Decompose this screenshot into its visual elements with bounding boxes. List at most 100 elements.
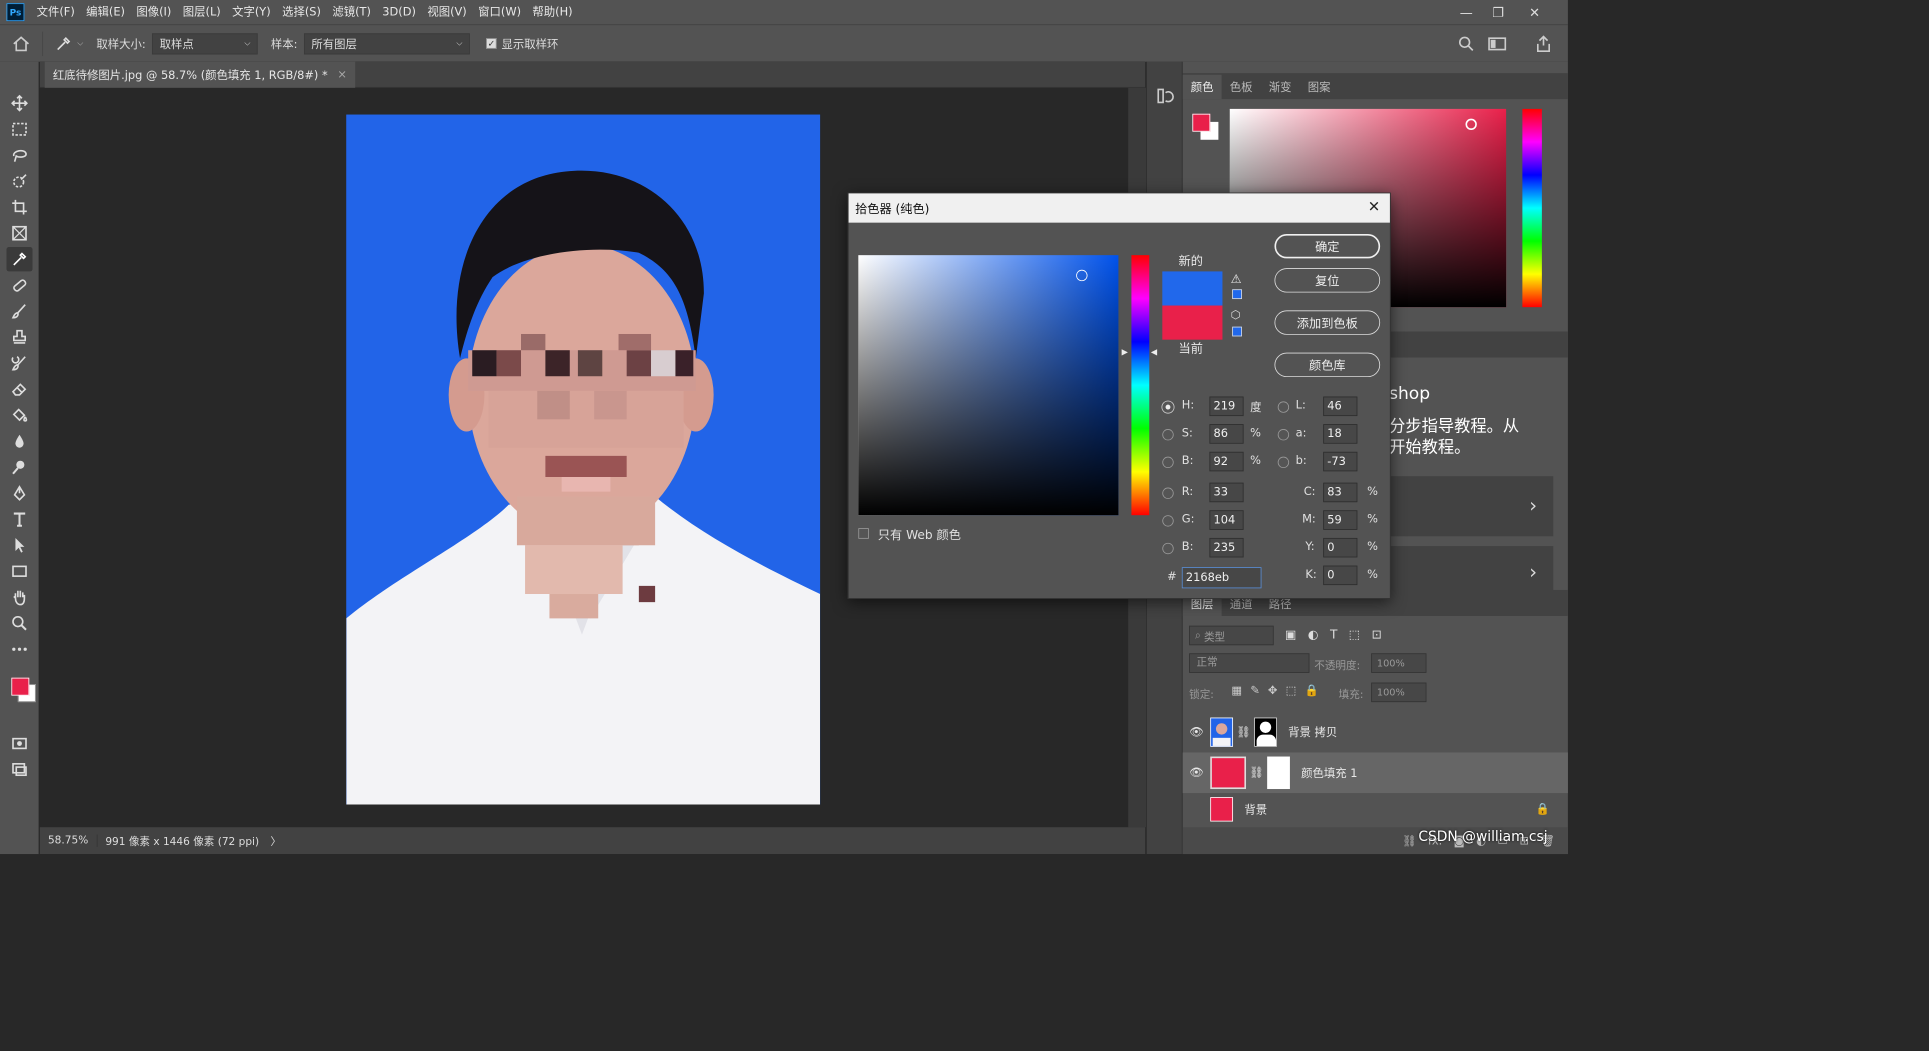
zoom-tool-icon[interactable] (7, 611, 33, 635)
add-to-swatches-button[interactable]: 添加到色板 (1274, 310, 1381, 335)
menu-image[interactable]: 图像(I) (131, 0, 177, 24)
fill-field[interactable]: 100% (1371, 682, 1427, 703)
quick-mask-icon[interactable] (7, 731, 33, 755)
radio-s[interactable] (1162, 429, 1174, 441)
tab-swatches[interactable]: 色板 (1222, 75, 1261, 99)
lasso-tool-icon[interactable] (7, 143, 33, 167)
cyan-field[interactable]: 83 (1323, 482, 1358, 503)
red-field[interactable]: 33 (1209, 482, 1244, 503)
dodge-tool-icon[interactable] (7, 455, 33, 479)
radio-g[interactable] (1162, 515, 1174, 527)
eye-icon[interactable]: 👁 (1183, 766, 1211, 779)
layer-row[interactable]: 背景 🔒 (1183, 793, 1568, 826)
menu-view[interactable]: 视图(V) (422, 0, 473, 24)
marquee-tool-icon[interactable] (7, 117, 33, 141)
hue-field[interactable]: 219 (1209, 396, 1244, 417)
move-tool-icon[interactable] (7, 91, 33, 115)
close-icon[interactable]: ✕ (1368, 198, 1380, 215)
hue-slider-left-arrow[interactable]: ▶ (1122, 348, 1128, 357)
gamut-swatch[interactable] (1232, 289, 1242, 300)
type-tool-icon[interactable] (7, 507, 33, 531)
show-ring-checkbox[interactable]: ✓ (486, 38, 497, 49)
yellow-field[interactable]: 0 (1323, 537, 1358, 558)
paint-bucket-tool-icon[interactable] (7, 403, 33, 427)
opacity-field[interactable]: 100% (1371, 653, 1427, 673)
menu-window[interactable]: 窗口(W) (472, 0, 526, 24)
radio-b[interactable] (1162, 456, 1174, 469)
hand-tool-icon[interactable] (7, 585, 33, 609)
blue-field[interactable]: 235 (1209, 537, 1244, 558)
lightness-field[interactable]: 46 (1323, 396, 1358, 417)
path-select-tool-icon[interactable] (7, 533, 33, 557)
radio-a[interactable] (1277, 429, 1290, 441)
foreground-color-swatch[interactable] (11, 677, 30, 696)
web-only-checkbox[interactable] (858, 528, 869, 539)
zoom-level[interactable]: 58.75% (40, 834, 98, 847)
ok-button[interactable]: 确定 (1274, 234, 1381, 259)
eyedropper-tool-icon[interactable] (6, 247, 33, 272)
share-icon[interactable] (1535, 34, 1553, 57)
eyedropper-tool-icon[interactable]: ⌵ (54, 35, 83, 53)
current-color-swatch[interactable] (1162, 305, 1223, 340)
crop-tool-icon[interactable] (7, 195, 33, 219)
status-menu-arrow[interactable]: 〉 (267, 833, 284, 848)
tab-color[interactable]: 颜色 (1182, 74, 1222, 100)
radio-lab-b[interactable] (1277, 456, 1290, 469)
lock-icons[interactable]: ▦✎✥⬚🔒 (1231, 684, 1326, 697)
web-safe-swatch[interactable] (1232, 326, 1242, 337)
document-canvas[interactable] (346, 114, 821, 805)
hue-slider-right-arrow[interactable]: ◀ (1151, 348, 1157, 357)
saturation-field[interactable]: 86 (1209, 424, 1244, 444)
brightness-field[interactable]: 92 (1209, 451, 1244, 472)
a-field[interactable]: 18 (1323, 424, 1358, 444)
sample-layers-select[interactable]: 所有图层 ⌵ (304, 32, 470, 55)
brush-tool-icon[interactable] (7, 299, 33, 323)
sample-size-select[interactable]: 取样点 ⌵ (152, 32, 258, 55)
workspace-icon[interactable] (1487, 36, 1507, 56)
layer-row-selected[interactable]: 👁 ⛓ 颜色填充 1 (1182, 752, 1568, 794)
document-tab[interactable]: 红底待修图片.jpg @ 58.7% (颜色填充 1, RGB/8#) * × (44, 61, 356, 88)
color-panel-hue-slider[interactable] (1522, 108, 1542, 308)
radio-h[interactable] (1161, 400, 1175, 414)
radio-l[interactable] (1277, 401, 1290, 413)
reset-button[interactable]: 复位 (1274, 268, 1381, 293)
green-field[interactable]: 104 (1209, 510, 1244, 530)
menu-edit[interactable]: 编辑(E) (80, 0, 130, 24)
restore-button[interactable]: ❐ (1482, 0, 1515, 24)
magenta-field[interactable]: 59 (1323, 510, 1358, 530)
history-panel-icon[interactable] (1155, 86, 1175, 109)
pen-tool-icon[interactable] (7, 481, 33, 505)
search-icon[interactable] (1457, 35, 1475, 56)
menu-filter[interactable]: 滤镜(T) (327, 0, 377, 24)
menu-select[interactable]: 选择(S) (276, 0, 326, 24)
history-brush-tool-icon[interactable] (7, 351, 33, 375)
tab-patterns[interactable]: 图案 (1300, 75, 1339, 99)
eraser-tool-icon[interactable] (7, 377, 33, 401)
black-field[interactable]: 0 (1323, 565, 1358, 586)
blend-mode-select[interactable]: 正常 (1189, 653, 1310, 673)
gamut-warning-icon[interactable]: ⚠ (1231, 271, 1242, 286)
close-window-button[interactable]: ✕ (1518, 0, 1551, 24)
healing-brush-tool-icon[interactable] (7, 273, 33, 297)
tab-gradients[interactable]: 渐变 (1261, 75, 1300, 99)
menu-help[interactable]: 帮助(H) (527, 0, 579, 24)
more-tools-icon[interactable] (7, 637, 33, 661)
stamp-tool-icon[interactable] (7, 325, 33, 349)
home-icon[interactable] (0, 35, 42, 51)
web-safe-cube-icon[interactable]: ⬡ (1231, 309, 1241, 322)
rectangle-tool-icon[interactable] (7, 559, 33, 583)
hue-slider[interactable] (1131, 255, 1150, 516)
color-libraries-button[interactable]: 颜色库 (1274, 352, 1381, 378)
menu-3d[interactable]: 3D(D) (377, 0, 422, 24)
screen-mode-icon[interactable] (7, 757, 33, 781)
saturation-brightness-field[interactable] (858, 255, 1119, 516)
quick-select-tool-icon[interactable] (7, 169, 33, 193)
lab-b-field[interactable]: -73 (1323, 451, 1358, 472)
minimize-button[interactable]: — (1450, 0, 1483, 24)
menu-type[interactable]: 文字(Y) (226, 0, 276, 24)
link-layers-icon[interactable]: ⛓ (1402, 834, 1416, 847)
layer-filter-select[interactable]: ⌕ 类型 (1189, 625, 1274, 646)
color-panel-fg-swatch[interactable] (1192, 113, 1211, 132)
layer-filter-icons[interactable]: ▣◐T⬚⊡ (1285, 627, 1393, 642)
eye-icon[interactable]: 👁 (1183, 726, 1211, 739)
